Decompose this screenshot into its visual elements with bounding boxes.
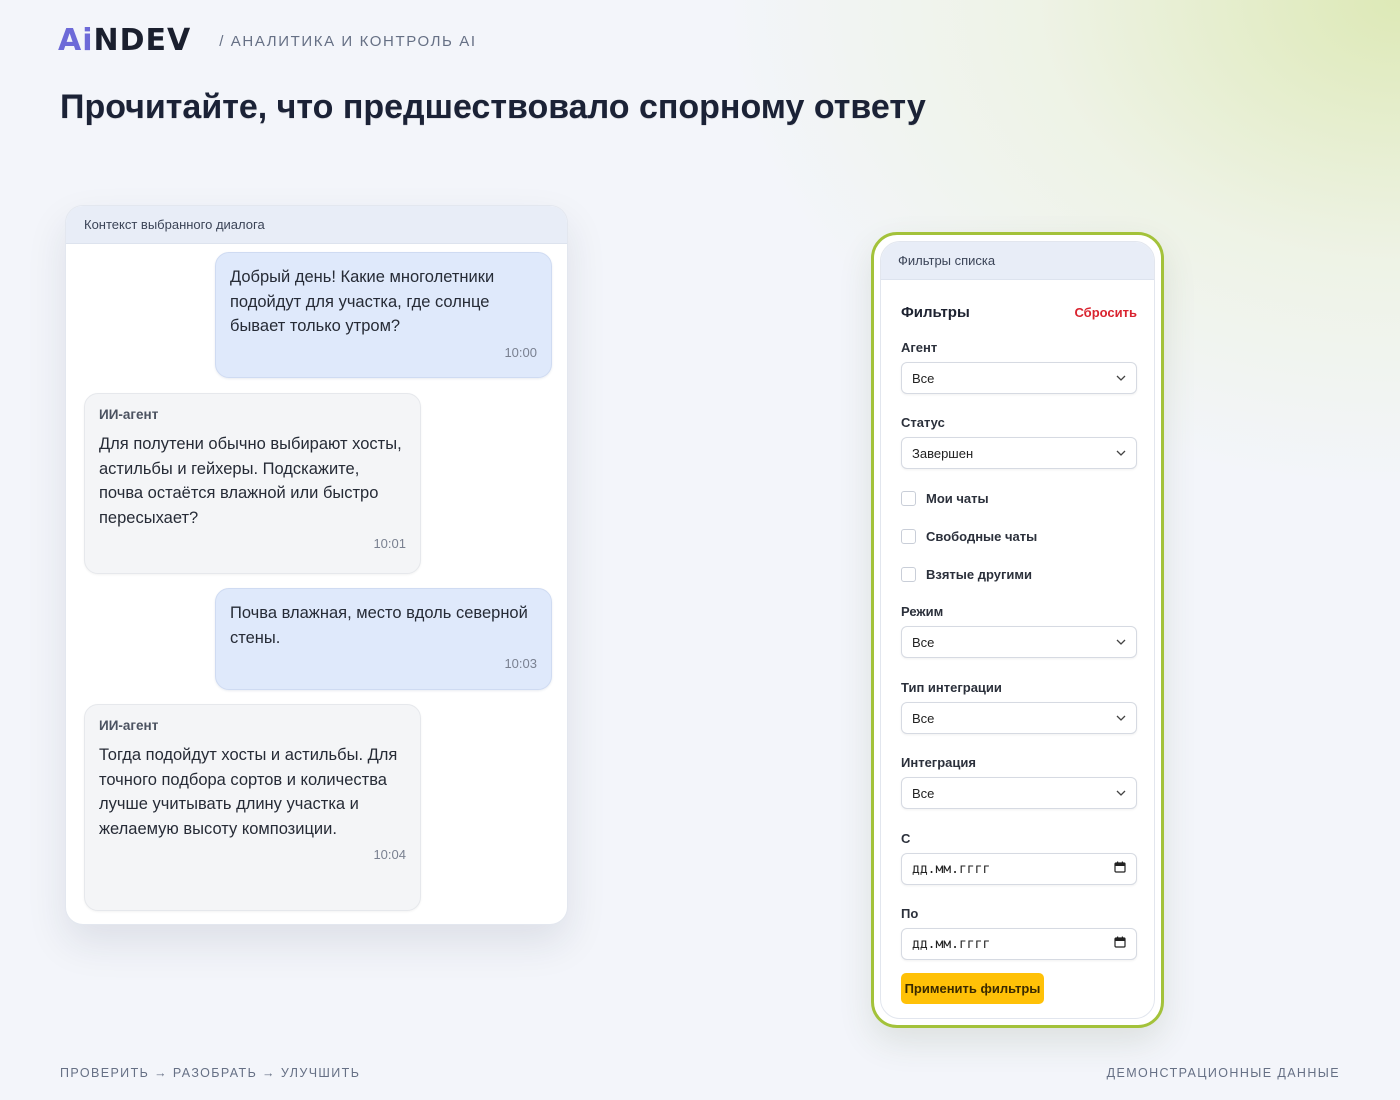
checkbox-box[interactable] xyxy=(901,566,916,582)
chevron-down-icon xyxy=(1116,637,1126,647)
message-text: Для полутени обычно выбирают хосты, асти… xyxy=(99,435,402,527)
brand-logo[interactable]: AiNDEV xyxy=(58,26,191,56)
page-header: AiNDEV / Аналитика и контроль AI xyxy=(58,26,477,56)
integration-type-select[interactable]: Все xyxy=(901,702,1137,734)
agent-label: Агент xyxy=(901,340,938,355)
chat-message-agent: ИИ-агент Для полутени обычно выбирают хо… xyxy=(84,393,421,574)
reset-filters-link[interactable]: Сбросить xyxy=(1074,305,1137,320)
mode-label: Режим xyxy=(901,604,944,619)
integration-select-value: Все xyxy=(912,785,935,801)
mode-select[interactable]: Все xyxy=(901,626,1137,658)
message-author: ИИ-агент xyxy=(99,718,159,733)
free-chats-checkbox[interactable]: Свободные чаты xyxy=(901,527,1037,545)
brand-tagline: / Аналитика и контроль AI xyxy=(219,32,477,50)
chevron-down-icon xyxy=(1116,713,1126,723)
date-to-input[interactable]: дд.мм.гггг xyxy=(901,928,1137,960)
my-chats-checkbox[interactable]: Мои чаты xyxy=(901,489,989,507)
agent-select-value: Все xyxy=(912,370,935,386)
mode-select-value: Все xyxy=(912,634,935,650)
checkbox-label: Мои чаты xyxy=(926,490,989,506)
integration-type-select-value: Все xyxy=(912,710,935,726)
integration-label: Интеграция xyxy=(901,755,976,770)
message-text: Тогда подойдут хосты и астильбы. Для точ… xyxy=(99,746,398,838)
filters-panel: Фильтры списка Фильтры Сбросить Агент Вс… xyxy=(880,241,1155,1019)
checkbox-label: Свободные чаты xyxy=(926,528,1038,544)
filters-highlight-frame: Фильтры списка Фильтры Сбросить Агент Вс… xyxy=(871,232,1164,1028)
chat-message-user: Почва влажная, место вдоль северной стен… xyxy=(215,588,552,690)
filters-form: Фильтры Сбросить Агент Все Статус Заверш… xyxy=(901,280,1137,1018)
date-from-placeholder: дд.мм.гггг xyxy=(912,861,991,877)
message-author: ИИ-агент xyxy=(99,407,159,422)
filters-panel-header: Фильтры списка xyxy=(881,242,1154,280)
chevron-down-icon xyxy=(1116,788,1126,798)
message-text: Добрый день! Какие многолетники подойдут… xyxy=(230,268,495,335)
checkbox-box[interactable] xyxy=(901,528,916,544)
checkbox-label: Взятые другими xyxy=(926,566,1033,582)
page-title: Прочитайте, что предшествовало спорному … xyxy=(60,88,926,126)
filters-title: Фильтры xyxy=(901,304,970,321)
date-to-label: По xyxy=(901,906,919,921)
calendar-icon[interactable] xyxy=(1114,936,1126,952)
status-select-value: Завершен xyxy=(912,445,974,461)
status-select[interactable]: Завершен xyxy=(901,437,1137,469)
agent-select[interactable]: Все xyxy=(901,362,1137,394)
chevron-down-icon xyxy=(1116,448,1126,458)
taken-by-others-checkbox[interactable]: Взятые другими xyxy=(901,565,1032,583)
integration-select[interactable]: Все xyxy=(901,777,1137,809)
checkbox-box[interactable] xyxy=(901,490,916,506)
logo-suffix: NDEV xyxy=(93,23,192,58)
chevron-down-icon xyxy=(1116,373,1126,383)
chat-message-agent: ИИ-агент Тогда подойдут хосты и астильбы… xyxy=(84,704,421,911)
date-from-label: С xyxy=(901,831,911,846)
integration-type-label: Тип интеграции xyxy=(901,680,1002,695)
message-time: 10:03 xyxy=(504,656,537,671)
date-from-input[interactable]: дд.мм.гггг xyxy=(901,853,1137,885)
chat-context-card: Контекст выбранного диалога Добрый день!… xyxy=(65,205,568,925)
logo-wordmark: AiNDEV xyxy=(58,26,191,56)
chat-message-user: Добрый день! Какие многолетники подойдут… xyxy=(215,252,552,378)
status-label: Статус xyxy=(901,415,945,430)
message-text: Почва влажная, место вдоль северной стен… xyxy=(230,604,528,647)
footer-workflow-text: Проверить → разобрать → улучшить xyxy=(60,1066,361,1080)
logo-prefix: Ai xyxy=(58,23,94,58)
apply-filters-button[interactable]: Применить фильтры xyxy=(901,973,1044,1004)
footer-demo-note: Демонстрационные данные xyxy=(1106,1066,1340,1080)
chat-card-header: Контекст выбранного диалога xyxy=(66,206,567,244)
message-time: 10:04 xyxy=(373,847,406,862)
calendar-icon[interactable] xyxy=(1114,861,1126,877)
message-time: 10:01 xyxy=(373,536,406,551)
message-time: 10:00 xyxy=(504,344,537,360)
date-to-placeholder: дд.мм.гггг xyxy=(912,936,991,952)
